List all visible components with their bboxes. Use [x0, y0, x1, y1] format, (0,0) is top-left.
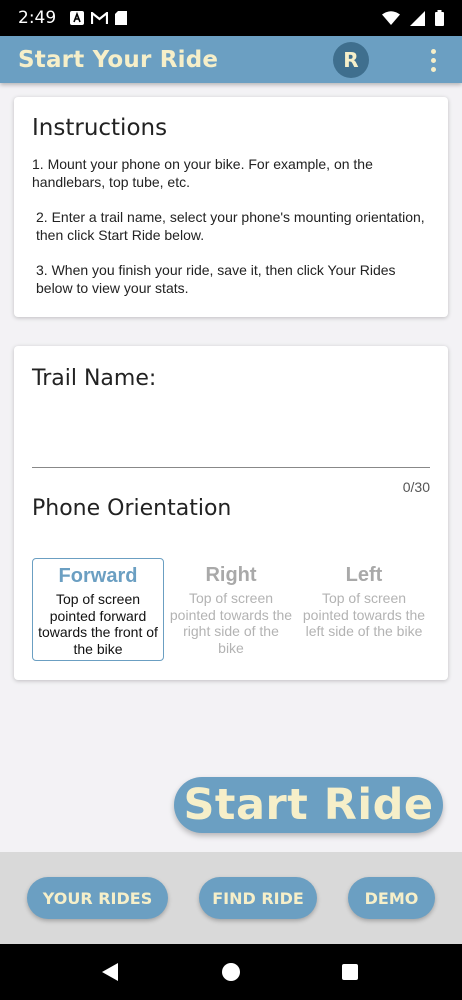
- instructions-card: Instructions 1. Mount your phone on your…: [14, 97, 448, 317]
- instructions-list: 1. Mount your phone on your bike. For ex…: [32, 155, 430, 297]
- gmail-icon: [91, 11, 109, 25]
- instruction-item: 3. When you finish your ride, save it, t…: [36, 262, 396, 296]
- orientation-right-option[interactable]: Right Top of screen pointed towards the …: [165, 558, 297, 661]
- instruction-item: 1. Mount your phone on your bike. For ex…: [32, 156, 373, 190]
- status-time: 2:49: [18, 8, 57, 28]
- notification-icons: [70, 11, 128, 25]
- your-rides-button[interactable]: YOUR RIDES: [27, 877, 168, 919]
- start-ride-button[interactable]: Start Ride: [174, 777, 443, 833]
- page-title: Start Your Ride: [18, 46, 219, 73]
- home-icon[interactable]: [222, 963, 240, 981]
- system-icons: [382, 10, 444, 26]
- wifi-icon: [382, 11, 400, 25]
- instructions-heading: Instructions: [32, 115, 168, 141]
- character-counter: 0/30: [402, 479, 430, 495]
- demo-button[interactable]: DEMO: [348, 877, 435, 919]
- find-ride-button[interactable]: FIND RIDE: [199, 877, 317, 919]
- avatar[interactable]: R: [333, 42, 369, 78]
- trail-name-input[interactable]: [32, 406, 430, 468]
- recents-icon[interactable]: [342, 964, 358, 980]
- back-icon[interactable]: [102, 963, 118, 981]
- system-nav-bar: [0, 944, 462, 1000]
- orientation-title: Forward: [58, 565, 138, 587]
- orientation-desc: Top of screen pointed towards the left s…: [302, 590, 426, 639]
- signal-icon: [410, 10, 425, 26]
- bottom-nav: YOUR RIDES FIND RIDE DEMO: [0, 852, 462, 944]
- trail-card: Trail Name: 0/30 Phone Orientation Forwa…: [14, 346, 448, 680]
- orientation-desc: Top of screen pointed towards the right …: [169, 590, 293, 656]
- a-notification-icon: [70, 11, 85, 25]
- orientation-title: Left: [345, 564, 383, 586]
- orientation-title: Right: [205, 564, 257, 586]
- overflow-menu-icon[interactable]: [423, 46, 443, 74]
- sd-card-icon: [115, 11, 128, 25]
- app-bar: Start Your Ride R: [0, 36, 462, 83]
- status-bar: 2:49: [0, 0, 462, 36]
- battery-icon: [435, 10, 444, 26]
- instruction-item: 2. Enter a trail name, select your phone…: [36, 209, 425, 243]
- orientation-heading: Phone Orientation: [32, 496, 232, 521]
- trail-name-label: Trail Name:: [32, 366, 157, 391]
- orientation-forward-option[interactable]: Forward Top of screen pointed forward to…: [32, 558, 164, 661]
- orientation-left-option[interactable]: Left Top of screen pointed towards the l…: [298, 558, 430, 661]
- orientation-desc: Top of screen pointed forward towards th…: [38, 591, 158, 657]
